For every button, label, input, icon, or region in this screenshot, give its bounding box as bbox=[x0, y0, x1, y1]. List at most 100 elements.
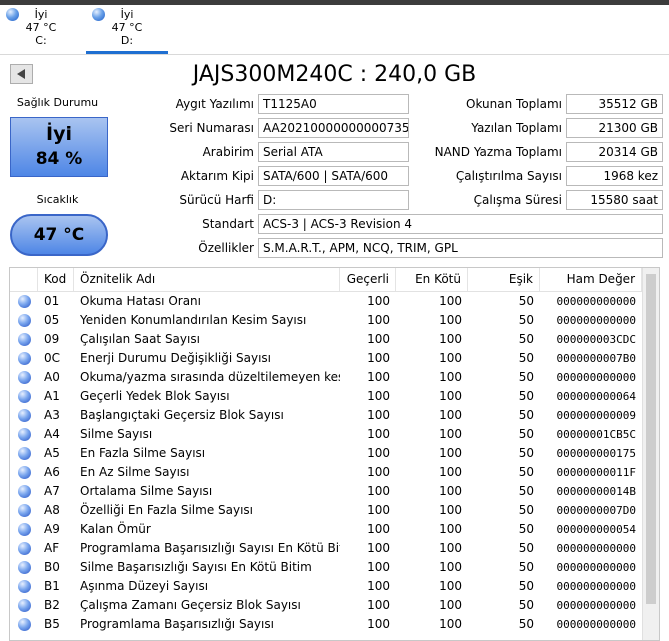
attribute-threshold: 50 bbox=[518, 389, 534, 403]
temperature-badge[interactable]: 47 °C bbox=[10, 214, 108, 256]
table-row[interactable]: B2 Çalışma Zamanı Geçersiz Blok Sayısı 100… bbox=[10, 596, 642, 615]
attribute-worst: 100 bbox=[439, 351, 462, 365]
attribute-current: 100 bbox=[367, 598, 390, 612]
host-reads-label: Okunan Toplamı bbox=[466, 97, 562, 111]
disk-temp-label: 47 °C bbox=[25, 21, 57, 34]
attribute-status-icon bbox=[18, 428, 31, 441]
attribute-id: A8 bbox=[44, 503, 60, 517]
attribute-status-icon bbox=[18, 561, 31, 574]
attribute-threshold: 50 bbox=[518, 541, 534, 555]
attribute-current: 100 bbox=[367, 389, 390, 403]
attribute-name: Programlama Başarısızlığı Sayısı En Kötü… bbox=[80, 541, 340, 555]
attribute-status-icon bbox=[18, 523, 31, 536]
attribute-worst: 100 bbox=[439, 389, 462, 403]
host-writes-value: 21300 GB bbox=[566, 118, 663, 138]
disk-status-icon bbox=[6, 8, 19, 21]
attribute-current: 100 bbox=[367, 427, 390, 441]
attribute-raw-value: 00000000011F bbox=[556, 466, 636, 479]
header-status bbox=[10, 268, 38, 291]
attribute-name: En Az Silme Sayısı bbox=[80, 465, 190, 479]
attribute-threshold: 50 bbox=[518, 503, 534, 517]
table-row[interactable]: B0 Silme Başarısızlığı Sayısı En Kötü Bit… bbox=[10, 558, 642, 577]
attribute-name: En Fazla Silme Sayısı bbox=[80, 446, 206, 460]
transfer-mode-label: Aktarım Kipi bbox=[180, 169, 254, 183]
attribute-name: Geçerli Yedek Blok Sayısı bbox=[80, 389, 230, 403]
attribute-raw-value: 000000000054 bbox=[556, 523, 636, 536]
attribute-worst: 100 bbox=[439, 484, 462, 498]
header-worst[interactable]: En Kötü bbox=[396, 268, 468, 291]
attribute-status-icon bbox=[18, 599, 31, 612]
attribute-raw-value: 000000000009 bbox=[556, 409, 636, 422]
power-on-hours-label: Çalışma Süresi bbox=[473, 193, 562, 207]
attribute-threshold: 50 bbox=[518, 465, 534, 479]
table-row[interactable]: 01 Okuma Hatası Oranı 100 100 50 000000000000 bbox=[10, 292, 642, 311]
attribute-worst: 100 bbox=[439, 579, 462, 593]
attribute-worst: 100 bbox=[439, 313, 462, 327]
table-row[interactable]: A1 Geçerli Yedek Blok Sayısı 100 100 50 00000… bbox=[10, 387, 642, 406]
table-row[interactable]: A3 Başlangıçtaki Geçersiz Blok Sayısı 100 1… bbox=[10, 406, 642, 425]
table-row[interactable]: 09 Çalışılan Saat Sayısı 100 100 50 000000003… bbox=[10, 330, 642, 349]
attribute-raw-value: 000000003CDC bbox=[556, 333, 636, 346]
scrollbar-thumb[interactable] bbox=[646, 274, 656, 604]
disk-tab-d[interactable]: İyi 47 °C D: bbox=[86, 5, 168, 54]
attribute-worst: 100 bbox=[439, 465, 462, 479]
header-raw-value[interactable]: Ham Değer bbox=[540, 268, 642, 291]
transfer-mode-value: SATA/600 | SATA/600 bbox=[258, 166, 409, 186]
attribute-current: 100 bbox=[367, 446, 390, 460]
attribute-raw-value: 000000000000 bbox=[556, 561, 636, 574]
table-row[interactable]: B1 Aşınma Düzeyi Sayısı 100 100 50 0000000000… bbox=[10, 577, 642, 596]
table-scrollbar[interactable] bbox=[642, 268, 659, 640]
health-status-badge[interactable]: İyi 84 % bbox=[10, 117, 108, 177]
attribute-current: 100 bbox=[367, 617, 390, 631]
attribute-raw-value: 000000000000 bbox=[556, 542, 636, 555]
table-row[interactable]: A8 Özelliği En Fazla Silme Sayısı 100 100 50… bbox=[10, 501, 642, 520]
table-row[interactable]: B5 Programlama Başarısızlığı Sayısı 100 100… bbox=[10, 615, 642, 634]
attribute-id: 01 bbox=[44, 294, 60, 308]
attribute-threshold: 50 bbox=[518, 408, 534, 422]
table-row[interactable]: A4 Silme Sayısı 100 100 50 00000001CB5C bbox=[10, 425, 642, 444]
table-row[interactable]: 0C Enerji Durumu Değişikliği Sayısı 100 100… bbox=[10, 349, 642, 368]
attribute-status-icon bbox=[18, 371, 31, 384]
attribute-worst: 100 bbox=[439, 446, 462, 460]
table-row[interactable]: 05 Yeniden Konumlandırılan Kesim Sayısı 10… bbox=[10, 311, 642, 330]
disk-tab-c[interactable]: İyi 47 °C C: bbox=[0, 5, 82, 51]
table-row[interactable]: A0 Okuma/yazma sırasında düzeltilemeyen k… bbox=[10, 368, 642, 387]
attribute-worst: 100 bbox=[439, 408, 462, 422]
header-threshold[interactable]: Eşik bbox=[468, 268, 540, 291]
table-row[interactable]: AF Programlama Başarısızlığı Sayısı En Kö… bbox=[10, 539, 642, 558]
features-value: S.M.A.R.T., APM, NCQ, TRIM, GPL bbox=[258, 238, 663, 258]
drive-letter-label: Sürücü Harfi bbox=[179, 193, 254, 207]
attribute-status-icon bbox=[18, 466, 31, 479]
attribute-worst: 100 bbox=[439, 370, 462, 384]
standard-value: ACS-3 | ACS-3 Revision 4 bbox=[258, 214, 663, 234]
attribute-worst: 100 bbox=[439, 541, 462, 555]
attribute-worst: 100 bbox=[439, 427, 462, 441]
header-current[interactable]: Geçerli bbox=[340, 268, 396, 291]
attribute-current: 100 bbox=[367, 370, 390, 384]
attribute-status-icon bbox=[18, 295, 31, 308]
attribute-name: Aşınma Düzeyi Sayısı bbox=[80, 579, 209, 593]
attribute-name: Silme Sayısı bbox=[80, 427, 153, 441]
header-id[interactable]: Kod bbox=[38, 268, 74, 291]
health-status-text: İyi bbox=[46, 123, 72, 145]
table-row[interactable]: A5 En Fazla Silme Sayısı 100 100 50 000000000… bbox=[10, 444, 642, 463]
attribute-status-icon bbox=[18, 485, 31, 498]
attribute-threshold: 50 bbox=[518, 484, 534, 498]
header-attribute-name[interactable]: Öznitelik Adı bbox=[74, 268, 340, 291]
serial-value: AA202100000000007359 bbox=[258, 118, 409, 138]
table-row[interactable]: A7 Ortalama Silme Sayısı 100 100 50 000000000… bbox=[10, 482, 642, 501]
attribute-name: Başlangıçtaki Geçersiz Blok Sayısı bbox=[80, 408, 284, 422]
disk-temp-label: 47 °C bbox=[111, 21, 143, 34]
attribute-worst: 100 bbox=[439, 598, 462, 612]
attribute-raw-value: 00000000014B bbox=[556, 485, 636, 498]
table-row[interactable]: A6 En Az Silme Sayısı 100 100 50 00000000011F bbox=[10, 463, 642, 482]
attribute-id: 09 bbox=[44, 332, 60, 346]
attribute-current: 100 bbox=[367, 560, 390, 574]
attribute-worst: 100 bbox=[439, 294, 462, 308]
attribute-threshold: 50 bbox=[518, 598, 534, 612]
attribute-id: A7 bbox=[44, 484, 60, 498]
drive-letter-value: D: bbox=[258, 190, 409, 210]
table-row[interactable]: A9 Kalan Ömür 100 100 50 000000000054 bbox=[10, 520, 642, 539]
attribute-threshold: 50 bbox=[518, 617, 534, 631]
attribute-status-icon bbox=[18, 409, 31, 422]
